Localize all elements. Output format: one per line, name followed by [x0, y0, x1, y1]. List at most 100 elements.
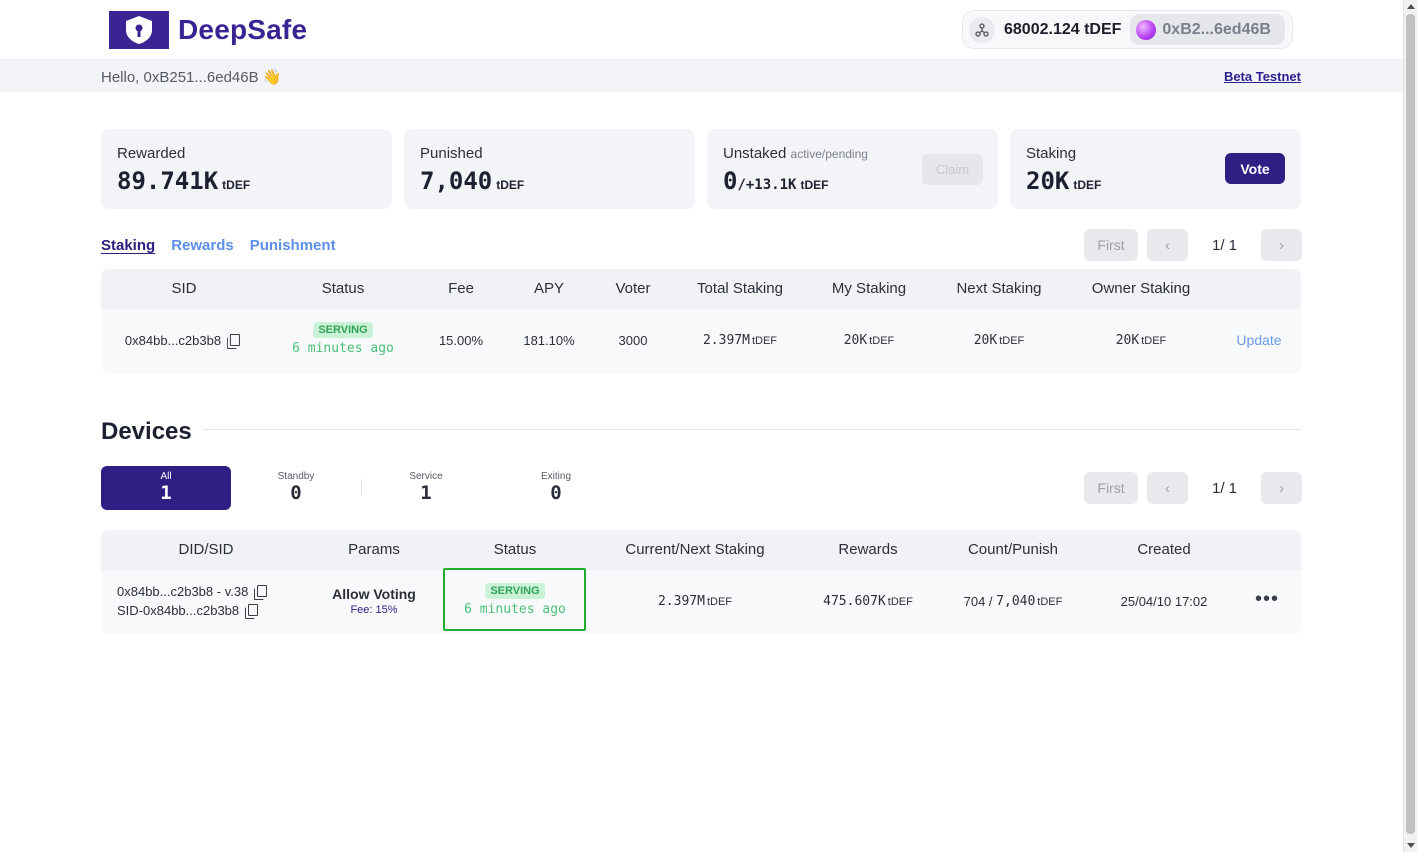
- unit-label: tDEF: [751, 334, 778, 347]
- rewarded-value: 89.741K: [117, 167, 219, 195]
- staking-value: 20K: [1026, 167, 1070, 195]
- staking-value: 2.397M: [657, 594, 705, 609]
- claim-button[interactable]: Claim: [922, 154, 983, 185]
- chevron-left-icon: ‹: [1165, 479, 1170, 497]
- column-header: Total Staking: [697, 280, 783, 297]
- filter-label: Service: [409, 471, 443, 482]
- unstaked-title: Unstaked: [723, 145, 787, 162]
- prev-page-button[interactable]: ‹: [1147, 472, 1188, 504]
- next-staking-value: 20K: [973, 333, 998, 348]
- unit-label: tDEF: [869, 334, 895, 347]
- unit-label: tDEF: [1141, 334, 1167, 347]
- network-link[interactable]: Beta Testnet: [1224, 69, 1301, 84]
- column-header: SID: [171, 280, 197, 297]
- unit-label: tDEF: [1073, 178, 1102, 192]
- column-header: Voter: [615, 280, 651, 297]
- count-punish-cell: 704 / 7,040 tDEF: [964, 594, 1063, 609]
- network-icon[interactable]: [969, 16, 995, 43]
- scroll-thumb[interactable]: [1406, 14, 1415, 834]
- column-header: APY: [533, 280, 565, 297]
- next-page-button[interactable]: ›: [1261, 472, 1302, 504]
- copy-icon[interactable]: [254, 585, 268, 600]
- filter-count: 0: [550, 482, 562, 504]
- tab-punishment[interactable]: Punishment: [250, 237, 336, 254]
- rewards-value: 475.607K: [823, 594, 886, 609]
- created-cell: 25/04/10 17:02: [1120, 594, 1208, 609]
- first-page-button[interactable]: First: [1084, 472, 1138, 504]
- sid-value: SID-0x84bb...c2b3b8: [117, 603, 240, 618]
- unit-label: tDEF: [1037, 595, 1063, 608]
- filter-service[interactable]: Service 1: [361, 466, 491, 510]
- card-value: 89.741K tDEF: [117, 167, 376, 195]
- column-header: Next Staking: [956, 280, 1042, 297]
- filter-label: Standby: [277, 471, 315, 482]
- unit-label: tDEF: [887, 595, 913, 608]
- column-header: Created: [1137, 541, 1191, 558]
- unstaked-subtitle: active/pending: [790, 147, 868, 161]
- staking-pager: First ‹ 1/ 1 ›: [1084, 229, 1302, 261]
- rewarded-card: Rewarded 89.741K tDEF: [101, 129, 392, 209]
- card-value: 7,040 tDEF: [420, 167, 679, 195]
- my-staking-cell: 20K tDEF: [844, 333, 895, 348]
- filter-standby[interactable]: Standby 0: [231, 466, 361, 510]
- more-horizontal-icon[interactable]: •••: [1255, 588, 1279, 611]
- logo[interactable]: DeepSafe: [109, 11, 307, 49]
- filter-label: All: [160, 471, 172, 482]
- staking-card: Staking 20K tDEF Vote: [1010, 129, 1301, 209]
- filter-count: 0: [290, 482, 302, 504]
- logo-text: DeepSafe: [178, 14, 308, 45]
- staking-table: SID Status Fee APY Voter Total Staking M…: [101, 269, 1301, 373]
- my-staking-value: 20K: [843, 333, 868, 348]
- devices-table: DID/SID Params Status Current/Next Staki…: [101, 530, 1301, 634]
- owner-staking-cell: 20K tDEF: [1116, 333, 1167, 348]
- count-value: 704 /: [963, 594, 997, 609]
- avatar: [1136, 19, 1157, 40]
- unstaked-card: Unstaked active/pending 0 /+13.1K tDEF C…: [707, 129, 998, 209]
- scroll-down-icon[interactable]: [1407, 843, 1415, 848]
- column-header: DID/SID: [178, 541, 234, 558]
- sid-value: 0x84bb...c2b3b8: [124, 333, 222, 348]
- card-title: Punished: [420, 145, 483, 162]
- next-staking-cell: 20K tDEF: [974, 333, 1025, 348]
- column-header: Owner Staking: [1091, 280, 1191, 297]
- table-row: 0x84bb...c2b3b8 - v.38 SID-0x84bb...c2b3…: [101, 570, 1301, 634]
- did-cell: 0x84bb...c2b3b8 - v.38 SID-0x84bb...c2b3…: [117, 584, 268, 619]
- page-indicator: 1/ 1: [1211, 236, 1238, 254]
- tab-rewards[interactable]: Rewards: [171, 237, 234, 254]
- unit-label: tDEF: [706, 595, 733, 608]
- card-title: Rewarded: [117, 145, 186, 162]
- account-button[interactable]: 0xB2...6ed46B: [1130, 14, 1285, 45]
- first-page-button[interactable]: First: [1084, 229, 1138, 261]
- copy-icon[interactable]: [245, 604, 259, 619]
- wallet-widget: 68002.124 tDEF 0xB2...6ed46B: [962, 10, 1293, 49]
- divider: [203, 429, 1301, 430]
- account-address: 0xB2...6ed46B: [1162, 20, 1271, 38]
- devices-heading: Devices: [101, 418, 192, 445]
- owner-staking-value: 20K: [1115, 333, 1140, 348]
- apy-cell: 181.10%: [523, 333, 575, 348]
- prev-page-button[interactable]: ‹: [1147, 229, 1188, 261]
- next-page-button[interactable]: ›: [1261, 229, 1302, 261]
- table-header: SID Status Fee APY Voter Total Staking M…: [101, 269, 1301, 309]
- column-header: My Staking: [831, 280, 907, 297]
- top-bar: DeepSafe 68002.124 tDEF 0xB2...6ed46B: [0, 0, 1403, 60]
- filter-all[interactable]: All 1: [101, 466, 231, 510]
- sid-line: SID-0x84bb...c2b3b8: [117, 603, 266, 619]
- unit-label: tDEF: [496, 178, 525, 192]
- devices-pager: First ‹ 1/ 1 ›: [1084, 472, 1302, 504]
- update-link[interactable]: Update: [1236, 332, 1281, 348]
- params-cell: Allow Voting Fee: 15%: [332, 586, 416, 616]
- tab-staking[interactable]: Staking: [101, 237, 155, 254]
- vote-button[interactable]: Vote: [1225, 153, 1285, 184]
- chevron-left-icon: ‹: [1165, 236, 1170, 254]
- greeting-text: Hello, 0xB251...6ed46B 👋: [101, 69, 282, 86]
- table-row: 0x84bb...c2b3b8 SERVING 6 minutes ago 15…: [101, 309, 1301, 373]
- scroll-up-icon[interactable]: [1407, 4, 1415, 9]
- unit-label: tDEF: [800, 178, 829, 192]
- page-scrollbar[interactable]: [1403, 0, 1417, 852]
- copy-icon[interactable]: [227, 334, 241, 349]
- filter-exiting[interactable]: Exiting 0: [491, 466, 621, 510]
- page-indicator: 1/ 1: [1211, 479, 1238, 497]
- shield-lock-icon: [109, 11, 169, 49]
- filter-divider: [361, 479, 362, 495]
